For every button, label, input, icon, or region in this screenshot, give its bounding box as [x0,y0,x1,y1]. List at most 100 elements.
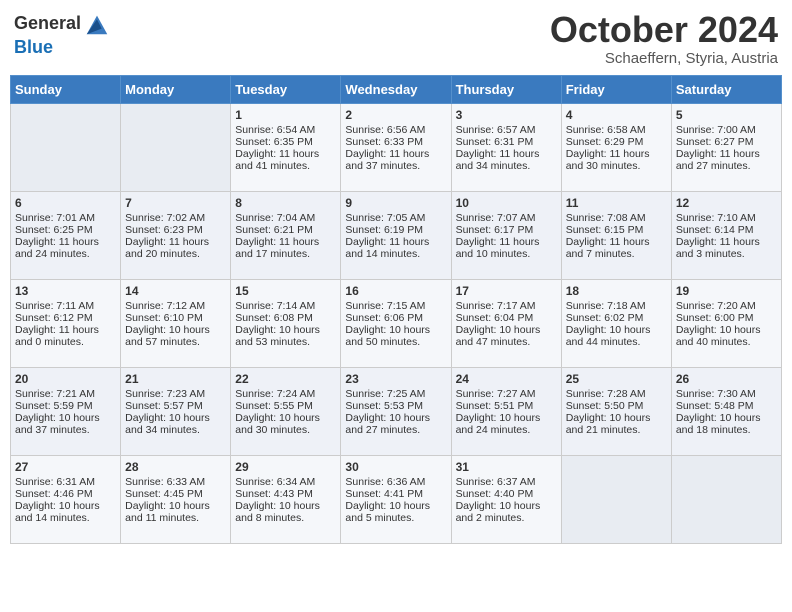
table-row: 1Sunrise: 6:54 AMSunset: 6:35 PMDaylight… [231,103,341,191]
sunset-text: Sunset: 4:40 PM [456,488,557,500]
sunset-text: Sunset: 5:59 PM [15,400,116,412]
daylight-text: Daylight: 10 hours and 2 minutes. [456,500,557,524]
table-row [561,455,671,543]
daylight-text: Daylight: 11 hours and 37 minutes. [345,148,446,172]
page-header: General Blue October 2024 Schaeffern, St… [10,10,782,67]
table-row: 17Sunrise: 7:17 AMSunset: 6:04 PMDayligh… [451,279,561,367]
day-number: 6 [15,196,116,210]
sunset-text: Sunset: 5:50 PM [566,400,667,412]
day-number: 24 [456,372,557,386]
sunset-text: Sunset: 6:23 PM [125,224,226,236]
daylight-text: Daylight: 10 hours and 8 minutes. [235,500,336,524]
table-row: 5Sunrise: 7:00 AMSunset: 6:27 PMDaylight… [671,103,781,191]
daylight-text: Daylight: 11 hours and 7 minutes. [566,236,667,260]
month-title: October 2024 [550,10,778,50]
sunset-text: Sunset: 6:15 PM [566,224,667,236]
daylight-text: Daylight: 10 hours and 57 minutes. [125,324,226,348]
table-row: 19Sunrise: 7:20 AMSunset: 6:00 PMDayligh… [671,279,781,367]
calendar-week-row: 6Sunrise: 7:01 AMSunset: 6:25 PMDaylight… [11,191,782,279]
sunset-text: Sunset: 6:08 PM [235,312,336,324]
sunset-text: Sunset: 6:04 PM [456,312,557,324]
daylight-text: Daylight: 10 hours and 34 minutes. [125,412,226,436]
day-number: 17 [456,284,557,298]
sunrise-text: Sunrise: 7:01 AM [15,212,116,224]
logo: General Blue [14,10,111,58]
daylight-text: Daylight: 11 hours and 20 minutes. [125,236,226,260]
table-row: 7Sunrise: 7:02 AMSunset: 6:23 PMDaylight… [121,191,231,279]
sunrise-text: Sunrise: 7:21 AM [15,388,116,400]
logo-blue-text: Blue [14,38,111,58]
day-number: 14 [125,284,226,298]
sunset-text: Sunset: 6:27 PM [676,136,777,148]
day-number: 1 [235,108,336,122]
sunrise-text: Sunrise: 7:20 AM [676,300,777,312]
day-number: 30 [345,460,446,474]
sunrise-text: Sunrise: 7:05 AM [345,212,446,224]
sunset-text: Sunset: 4:46 PM [15,488,116,500]
sunrise-text: Sunrise: 7:10 AM [676,212,777,224]
daylight-text: Daylight: 11 hours and 3 minutes. [676,236,777,260]
daylight-text: Daylight: 10 hours and 44 minutes. [566,324,667,348]
sunrise-text: Sunrise: 7:24 AM [235,388,336,400]
day-number: 3 [456,108,557,122]
calendar-header-row: Sunday Monday Tuesday Wednesday Thursday… [11,75,782,103]
sunrise-text: Sunrise: 7:23 AM [125,388,226,400]
table-row: 22Sunrise: 7:24 AMSunset: 5:55 PMDayligh… [231,367,341,455]
table-row: 29Sunrise: 6:34 AMSunset: 4:43 PMDayligh… [231,455,341,543]
sunrise-text: Sunrise: 7:04 AM [235,212,336,224]
sunrise-text: Sunrise: 6:33 AM [125,476,226,488]
table-row: 20Sunrise: 7:21 AMSunset: 5:59 PMDayligh… [11,367,121,455]
sunrise-text: Sunrise: 6:31 AM [15,476,116,488]
table-row: 23Sunrise: 7:25 AMSunset: 5:53 PMDayligh… [341,367,451,455]
header-thursday: Thursday [451,75,561,103]
sunset-text: Sunset: 6:02 PM [566,312,667,324]
table-row [671,455,781,543]
sunrise-text: Sunrise: 7:08 AM [566,212,667,224]
daylight-text: Daylight: 10 hours and 14 minutes. [15,500,116,524]
sunrise-text: Sunrise: 7:12 AM [125,300,226,312]
sunset-text: Sunset: 5:53 PM [345,400,446,412]
sunrise-text: Sunrise: 7:28 AM [566,388,667,400]
daylight-text: Daylight: 11 hours and 27 minutes. [676,148,777,172]
daylight-text: Daylight: 10 hours and 40 minutes. [676,324,777,348]
table-row: 2Sunrise: 6:56 AMSunset: 6:33 PMDaylight… [341,103,451,191]
table-row: 26Sunrise: 7:30 AMSunset: 5:48 PMDayligh… [671,367,781,455]
table-row: 30Sunrise: 6:36 AMSunset: 4:41 PMDayligh… [341,455,451,543]
day-number: 25 [566,372,667,386]
sunrise-text: Sunrise: 6:36 AM [345,476,446,488]
header-tuesday: Tuesday [231,75,341,103]
sunrise-text: Sunrise: 7:02 AM [125,212,226,224]
logo-text: General [14,14,81,34]
day-number: 28 [125,460,226,474]
sunset-text: Sunset: 6:35 PM [235,136,336,148]
day-number: 26 [676,372,777,386]
sunrise-text: Sunrise: 7:15 AM [345,300,446,312]
sunset-text: Sunset: 6:31 PM [456,136,557,148]
sunset-text: Sunset: 6:21 PM [235,224,336,236]
daylight-text: Daylight: 10 hours and 27 minutes. [345,412,446,436]
daylight-text: Daylight: 11 hours and 30 minutes. [566,148,667,172]
daylight-text: Daylight: 10 hours and 18 minutes. [676,412,777,436]
daylight-text: Daylight: 10 hours and 53 minutes. [235,324,336,348]
daylight-text: Daylight: 10 hours and 21 minutes. [566,412,667,436]
title-block: October 2024 Schaeffern, Styria, Austria [550,10,778,67]
table-row: 4Sunrise: 6:58 AMSunset: 6:29 PMDaylight… [561,103,671,191]
sunset-text: Sunset: 6:06 PM [345,312,446,324]
header-saturday: Saturday [671,75,781,103]
sunset-text: Sunset: 6:17 PM [456,224,557,236]
day-number: 15 [235,284,336,298]
sunset-text: Sunset: 6:10 PM [125,312,226,324]
sunrise-text: Sunrise: 7:17 AM [456,300,557,312]
table-row: 13Sunrise: 7:11 AMSunset: 6:12 PMDayligh… [11,279,121,367]
daylight-text: Daylight: 10 hours and 50 minutes. [345,324,446,348]
daylight-text: Daylight: 11 hours and 17 minutes. [235,236,336,260]
day-number: 12 [676,196,777,210]
daylight-text: Daylight: 10 hours and 5 minutes. [345,500,446,524]
table-row: 3Sunrise: 6:57 AMSunset: 6:31 PMDaylight… [451,103,561,191]
day-number: 9 [345,196,446,210]
sunrise-text: Sunrise: 6:58 AM [566,124,667,136]
calendar-table: Sunday Monday Tuesday Wednesday Thursday… [10,75,782,544]
daylight-text: Daylight: 11 hours and 34 minutes. [456,148,557,172]
table-row: 21Sunrise: 7:23 AMSunset: 5:57 PMDayligh… [121,367,231,455]
day-number: 29 [235,460,336,474]
